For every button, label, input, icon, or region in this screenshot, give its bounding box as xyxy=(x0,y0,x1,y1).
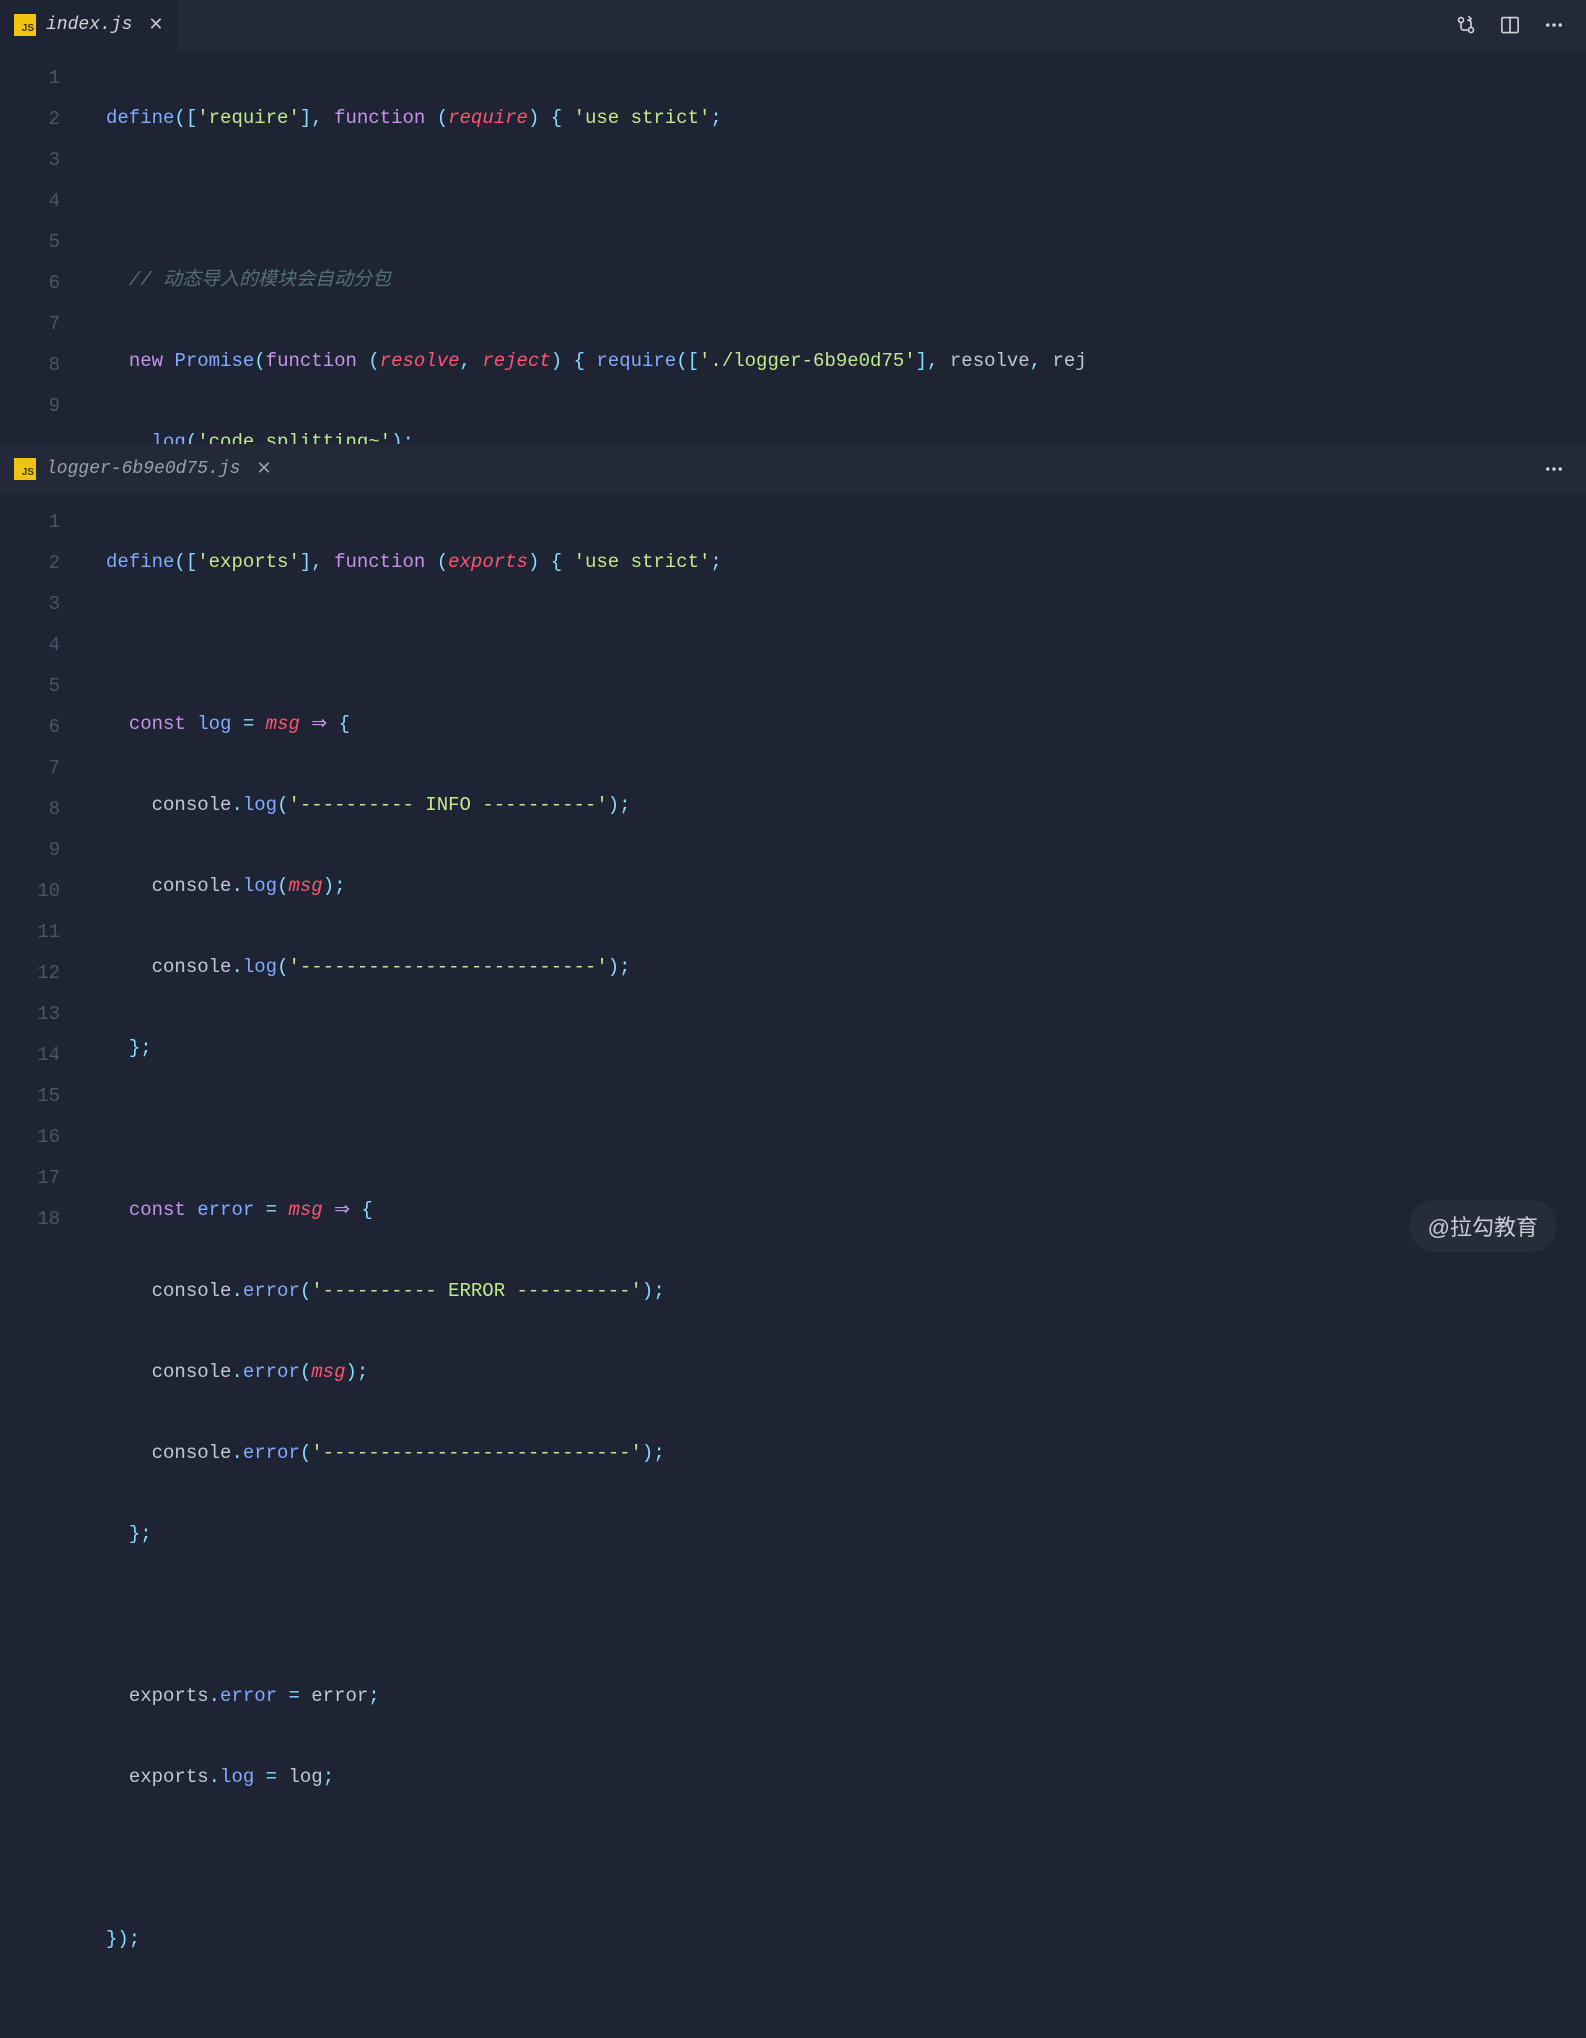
tab-index-js[interactable]: JS index.js ✕ xyxy=(0,0,178,50)
code-area-1[interactable]: define(['require'], function (require) {… xyxy=(88,50,1586,444)
more-icon[interactable] xyxy=(1544,459,1564,479)
watermark: @拉勾教育 xyxy=(1410,1200,1556,1252)
split-editor-icon[interactable] xyxy=(1500,15,1520,35)
js-file-icon: JS xyxy=(14,458,36,480)
compare-changes-icon[interactable] xyxy=(1456,15,1476,35)
editor-body-2[interactable]: 1 2 3 4 5 6 7 8 9 10 11 12 13 14 15 16 1… xyxy=(0,494,1586,2000)
tab-title: index.js xyxy=(46,15,132,35)
tab-bar: JS index.js ✕ xyxy=(0,0,1586,50)
line-gutter: 1 2 3 4 5 6 7 8 9 xyxy=(0,50,88,444)
tab-bar-2: JS logger-6b9e0d75.js ✕ xyxy=(0,444,1586,494)
tab-title: logger-6b9e0d75.js xyxy=(46,459,240,479)
js-file-icon: JS xyxy=(14,14,36,36)
close-icon[interactable]: ✕ xyxy=(148,14,163,36)
editor-pane-2: JS logger-6b9e0d75.js ✕ 1 2 3 4 5 6 7 8 … xyxy=(0,444,1586,2000)
editor-body-1[interactable]: 1 2 3 4 5 6 7 8 9 define(['require'], fu… xyxy=(0,50,1586,444)
more-icon[interactable] xyxy=(1544,15,1564,35)
tab-logger-js[interactable]: JS logger-6b9e0d75.js ✕ xyxy=(0,444,286,494)
code-area-2[interactable]: define(['exports'], function (exports) {… xyxy=(88,494,1586,2000)
close-icon[interactable]: ✕ xyxy=(256,458,271,480)
editor-pane-1: JS index.js ✕ xyxy=(0,0,1586,444)
tab-actions-2 xyxy=(1544,444,1586,494)
tab-actions xyxy=(1456,0,1586,50)
line-gutter-2: 1 2 3 4 5 6 7 8 9 10 11 12 13 14 15 16 1… xyxy=(0,494,88,2000)
